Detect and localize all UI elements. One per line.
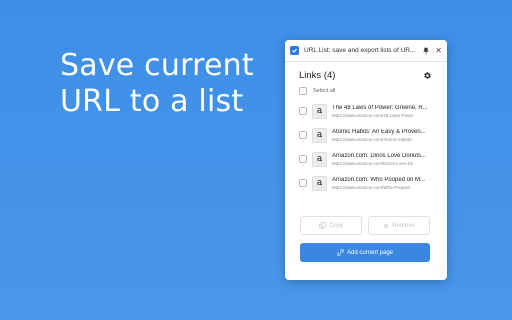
remove-label: Remove <box>392 222 415 229</box>
item-text: The 48 Laws of Power: Greene, R... https… <box>332 105 439 118</box>
amazon-favicon: a <box>312 151 327 167</box>
action-buttons: Copy Remove <box>300 216 430 235</box>
gear-icon[interactable] <box>423 71 432 80</box>
list-item[interactable]: a The 48 Laws of Power: Greene, R... htt… <box>285 99 447 123</box>
item-text: Amazon.com: Dinos Love Donuts... https:/… <box>332 153 439 166</box>
copy-label: Copy <box>328 222 343 229</box>
item-checkbox[interactable] <box>299 179 307 187</box>
headline-line-1: Save current <box>60 48 254 83</box>
pin-icon[interactable] <box>422 47 430 55</box>
add-current-page-button[interactable]: Add current page <box>300 243 430 262</box>
close-icon[interactable]: ✕ <box>435 46 442 55</box>
select-all-label: Select all <box>313 88 336 94</box>
link-icon <box>337 249 344 256</box>
panel-title: Links (4) <box>299 70 336 81</box>
select-all-row[interactable]: Select all <box>285 81 447 99</box>
item-url: https://www.amazon.com/Atomic-Habits- <box>332 136 413 142</box>
item-url: https://www.amazon.com/Who-Pooped- <box>332 184 412 190</box>
copy-icon <box>319 222 326 229</box>
amazon-favicon: a <box>312 127 327 143</box>
amazon-favicon: a <box>312 103 327 119</box>
checkbox-app-icon <box>290 46 299 55</box>
item-text: Atomic Habits: An Easy & Proven... https… <box>332 129 439 142</box>
list-item[interactable]: a Amazon.com: Who Pooped on M... https:/… <box>285 171 447 195</box>
headline: Save current URL to a list <box>60 48 254 120</box>
item-title[interactable]: Amazon.com: Dinos Love Donuts... <box>332 153 439 159</box>
item-title[interactable]: Atomic Habits: An Easy & Proven... <box>332 129 439 135</box>
list-item[interactable]: a Amazon.com: Dinos Love Donuts... https… <box>285 147 447 171</box>
item-text: Amazon.com: Who Pooped on M... https://w… <box>332 177 439 190</box>
amazon-favicon: a <box>312 175 327 191</box>
extension-popup: URL List: save and export lists of UR...… <box>285 40 447 280</box>
list-item[interactable]: a Atomic Habits: An Easy & Proven... htt… <box>285 123 447 147</box>
item-title[interactable]: The 48 Laws of Power: Greene, R... <box>332 105 439 111</box>
panel-header: Links (4) <box>285 62 447 81</box>
headline-line-2: URL to a list <box>60 84 244 119</box>
copy-button[interactable]: Copy <box>300 216 362 235</box>
links-list: a The 48 Laws of Power: Greene, R... htt… <box>285 99 447 195</box>
remove-icon <box>384 223 389 228</box>
window-title: URL List: save and export lists of UR... <box>304 47 416 54</box>
select-all-checkbox[interactable] <box>299 87 307 95</box>
window-titlebar: URL List: save and export lists of UR...… <box>285 40 447 62</box>
item-checkbox[interactable] <box>299 155 307 163</box>
add-current-page-label: Add current page <box>346 249 394 256</box>
item-url: https://www.amazon.com/48-Laws-Powe <box>332 112 414 118</box>
item-checkbox[interactable] <box>299 131 307 139</box>
remove-button[interactable]: Remove <box>368 216 430 235</box>
item-title[interactable]: Amazon.com: Who Pooped on M... <box>332 177 439 183</box>
item-checkbox[interactable] <box>299 107 307 115</box>
item-url: https://www.amazon.com/Dinos-Love-Do <box>332 160 414 166</box>
